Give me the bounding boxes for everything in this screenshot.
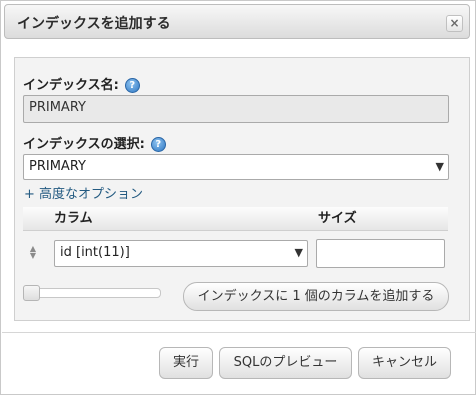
cancel-button[interactable]: キャンセル xyxy=(358,347,451,379)
sql-preview-button[interactable]: SQLのプレビュー xyxy=(219,347,352,379)
dialog-title: インデックスを追加する xyxy=(17,16,171,32)
table-header-column: カラム xyxy=(48,207,312,231)
execute-button[interactable]: 実行 xyxy=(159,347,213,379)
close-icon[interactable]: × xyxy=(446,15,463,32)
chevron-down-icon: ▼ xyxy=(294,246,303,259)
index-name-label-text: インデックス名: xyxy=(23,78,119,93)
help-icon[interactable]: ? xyxy=(150,137,166,152)
index-choice-selected: PRIMARY xyxy=(29,159,86,174)
index-choice-label-text: インデックスの選択: xyxy=(23,137,145,152)
column-count-slider[interactable] xyxy=(24,288,161,298)
advanced-options-link[interactable]: + 高度なオプション xyxy=(24,183,143,202)
index-choice-select[interactable]: PRIMARY ▼ xyxy=(23,154,449,180)
dialog-titlebar[interactable]: インデックスを追加する × xyxy=(4,4,470,39)
drag-handle-icon[interactable]: ▲ ▼ xyxy=(28,245,38,260)
column-select-value: id [int(11)] xyxy=(60,245,130,260)
size-input[interactable] xyxy=(316,239,445,268)
table-header-size: サイズ xyxy=(312,207,448,231)
add-columns-button[interactable]: インデックスに 1 個のカラムを追加する xyxy=(183,282,449,311)
help-icon[interactable]: ? xyxy=(124,78,140,93)
column-select[interactable]: id [int(11)] ▼ xyxy=(54,240,308,267)
chevron-down-icon: ▼ xyxy=(435,160,444,173)
footer-divider xyxy=(2,332,476,333)
index-name-field[interactable]: PRIMARY xyxy=(23,95,449,123)
index-choice-label: インデックスの選択:? xyxy=(23,133,166,152)
index-name-label: インデックス名:? xyxy=(23,74,140,93)
slider-handle[interactable] xyxy=(23,285,40,301)
table-header-spacer xyxy=(23,207,48,231)
add-index-dialog: インデックスを追加する × インデックス名:? PRIMARY インデックスの選… xyxy=(0,0,476,395)
